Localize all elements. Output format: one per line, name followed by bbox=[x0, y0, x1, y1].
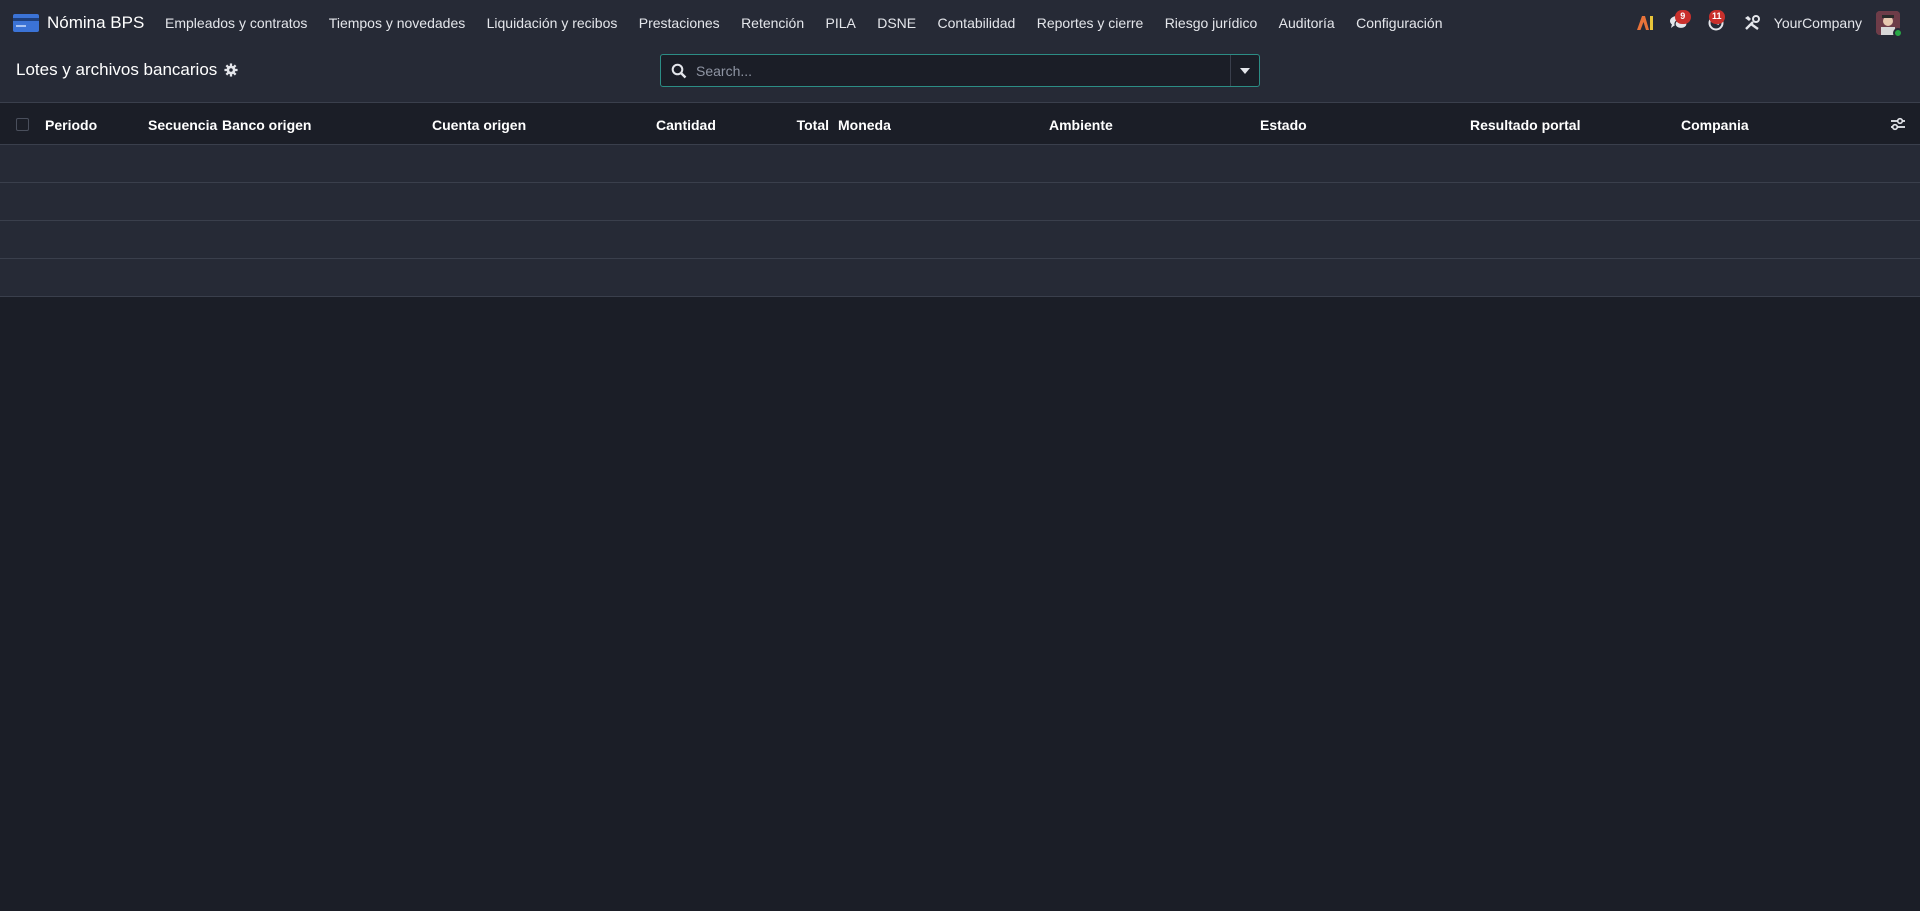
menu-item-configuracion[interactable]: Configuración bbox=[1345, 0, 1453, 46]
column-cuenta-origen[interactable]: Cuenta origen bbox=[432, 104, 632, 145]
column-banco-origen[interactable]: Banco origen bbox=[222, 104, 422, 145]
page-title: Lotes y archivos bancarios bbox=[16, 60, 218, 79]
column-compania[interactable]: Compania bbox=[1681, 104, 1881, 145]
column-periodo[interactable]: Periodo bbox=[45, 104, 115, 145]
column-ambiente[interactable]: Ambiente bbox=[1049, 104, 1249, 145]
messages-badge: 9 bbox=[1674, 10, 1691, 24]
online-status-dot bbox=[1893, 28, 1903, 38]
app-name: Nómina BPS bbox=[47, 13, 145, 32]
menu-item-auditoria[interactable]: Auditoría bbox=[1268, 0, 1345, 46]
ai-icon bbox=[1636, 16, 1653, 30]
breadcrumb: Lotes y archivos bancarios bbox=[16, 60, 238, 80]
company-switcher[interactable]: YourCompany bbox=[1774, 15, 1862, 31]
search-input[interactable] bbox=[696, 55, 1230, 86]
messages-button[interactable]: 9 bbox=[1662, 0, 1696, 46]
list-header: Periodo Secuencia Banco origen Cuenta or… bbox=[0, 104, 1920, 145]
menu-item-riesgo[interactable]: Riesgo jurídico bbox=[1154, 0, 1268, 46]
menu-item-liquidacion[interactable]: Liquidación y recibos bbox=[476, 0, 628, 46]
app-brand[interactable]: Nómina BPS bbox=[0, 0, 154, 46]
column-total[interactable]: Total bbox=[760, 104, 829, 145]
debug-tools-button[interactable] bbox=[1736, 0, 1768, 46]
table-row bbox=[0, 145, 1920, 183]
search-icon bbox=[671, 63, 687, 78]
menu-item-empleados[interactable]: Empleados y contratos bbox=[154, 0, 318, 46]
menu-item-contabilidad[interactable]: Contabilidad bbox=[927, 0, 1026, 46]
menu-item-retencion[interactable]: Retención bbox=[730, 0, 814, 46]
tools-icon bbox=[1744, 15, 1760, 30]
table-row bbox=[0, 221, 1920, 259]
search-options-toggle[interactable] bbox=[1230, 55, 1259, 86]
avatar[interactable] bbox=[1876, 11, 1903, 38]
control-panel: Lotes y archivos bancarios bbox=[0, 46, 1920, 103]
menu-item-tiempos[interactable]: Tiempos y novedades bbox=[318, 0, 476, 46]
gear-icon[interactable] bbox=[224, 63, 238, 77]
activities-badge: 11 bbox=[1708, 10, 1725, 24]
search-bar bbox=[660, 54, 1260, 87]
main-menu: Empleados y contratos Tiempos y novedade… bbox=[154, 0, 1453, 46]
top-navbar: Nómina BPS Empleados y contratos Tiempos… bbox=[0, 0, 1920, 46]
systray: 9 11 YourCompany bbox=[1628, 0, 1920, 46]
table-row bbox=[0, 183, 1920, 221]
column-estado[interactable]: Estado bbox=[1260, 104, 1460, 145]
card-icon bbox=[13, 14, 39, 32]
optional-columns-icon[interactable] bbox=[1890, 116, 1906, 132]
column-moneda[interactable]: Moneda bbox=[838, 104, 1038, 145]
menu-item-reportes[interactable]: Reportes y cierre bbox=[1026, 0, 1154, 46]
ai-button[interactable] bbox=[1628, 0, 1662, 46]
select-all-checkbox[interactable] bbox=[16, 118, 29, 131]
caret-down-icon bbox=[1240, 67, 1250, 74]
table-row bbox=[0, 259, 1920, 297]
menu-item-prestaciones[interactable]: Prestaciones bbox=[628, 0, 730, 46]
column-cantidad[interactable]: Cantidad bbox=[656, 104, 756, 145]
menu-item-dsne[interactable]: DSNE bbox=[867, 0, 927, 46]
column-secuencia[interactable]: Secuencia bbox=[148, 104, 218, 145]
menu-item-pila[interactable]: PILA bbox=[815, 0, 867, 46]
column-resultado-portal[interactable]: Resultado portal bbox=[1470, 104, 1670, 145]
activities-button[interactable]: 11 bbox=[1696, 0, 1736, 46]
